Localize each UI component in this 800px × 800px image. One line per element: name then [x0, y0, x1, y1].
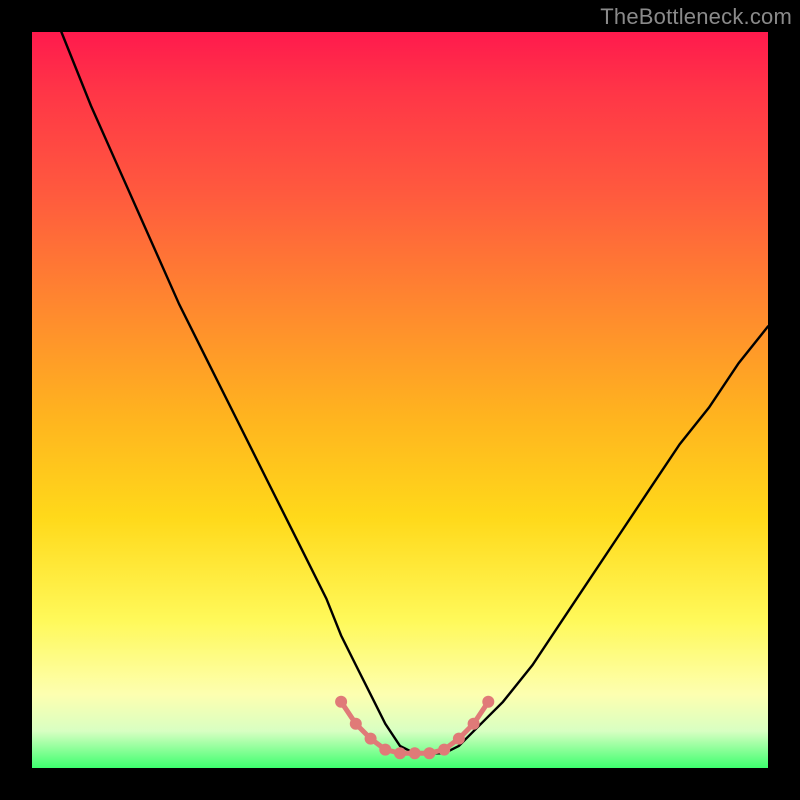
- valley-marker-dot: [438, 744, 450, 756]
- valley-marker-dot: [468, 718, 480, 730]
- valley-marker-connector: [341, 702, 488, 754]
- valley-marker-dot: [379, 744, 391, 756]
- valley-marker-dot: [394, 747, 406, 759]
- gradient-plot-area: [32, 32, 768, 768]
- valley-marker-dot: [423, 747, 435, 759]
- valley-marker-dot: [350, 718, 362, 730]
- bottleneck-curve: [61, 32, 768, 753]
- valley-markers: [335, 696, 494, 760]
- valley-marker-dot: [453, 733, 465, 745]
- valley-marker-dot: [335, 696, 347, 708]
- valley-marker-dot: [365, 733, 377, 745]
- chart-frame: TheBottleneck.com: [0, 0, 800, 800]
- valley-marker-dot: [482, 696, 494, 708]
- watermark-text: TheBottleneck.com: [600, 4, 792, 30]
- bottleneck-curve-svg: [32, 32, 768, 768]
- valley-marker-dot: [409, 747, 421, 759]
